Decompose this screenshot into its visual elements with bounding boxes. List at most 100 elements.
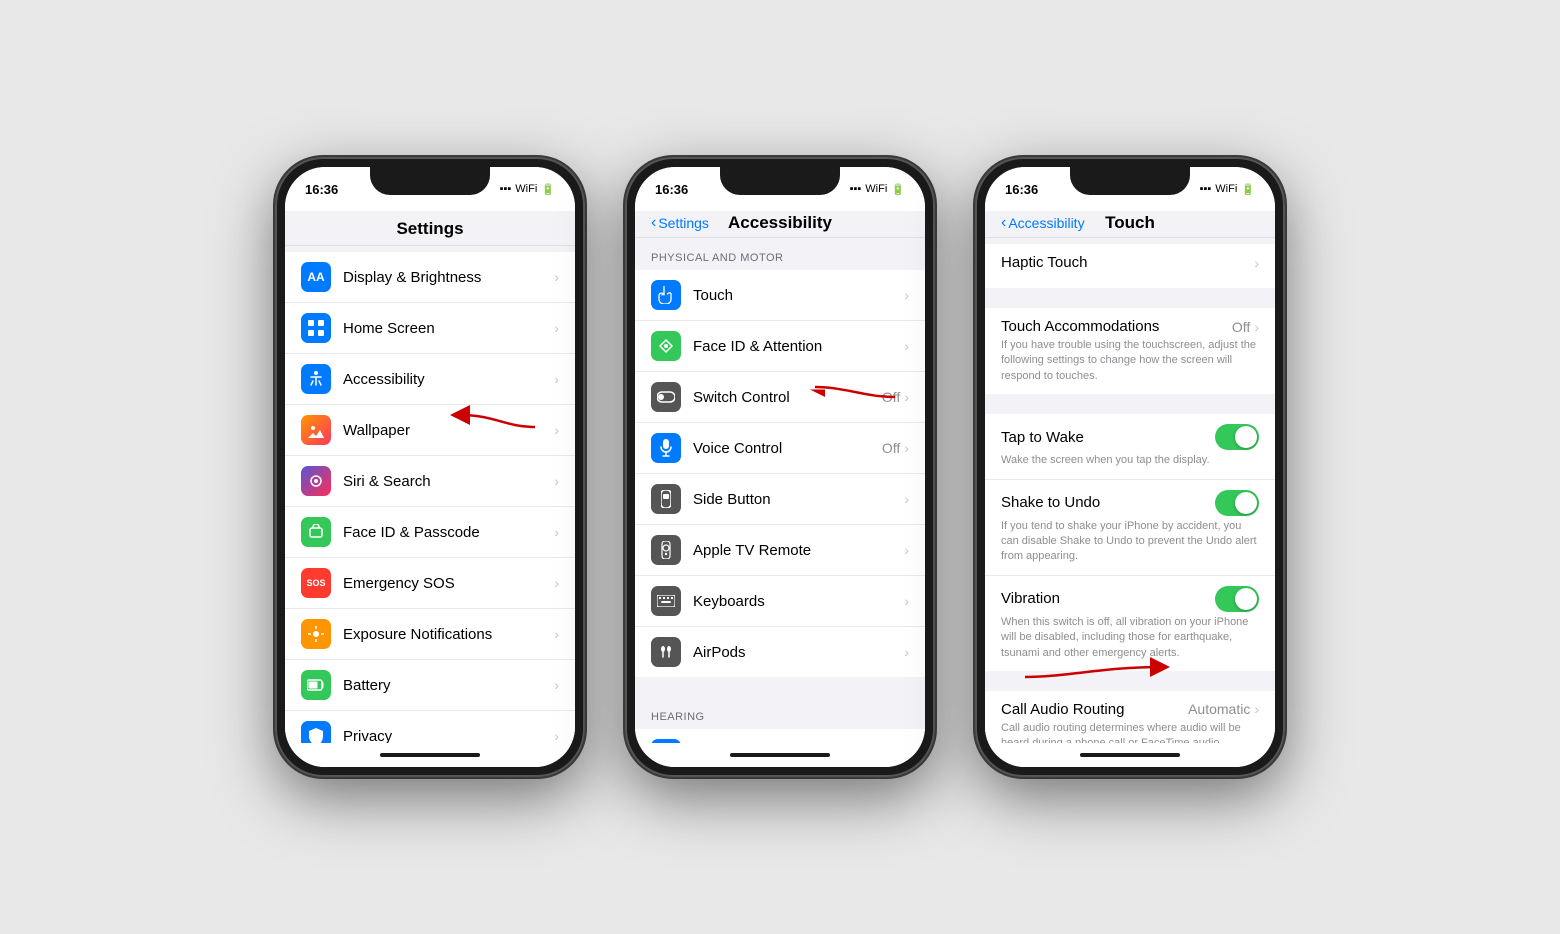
touchaccom-desc: If you have trouble using the touchscree… bbox=[1001, 338, 1259, 384]
siri-label: Siri & Search bbox=[343, 473, 554, 490]
list-item[interactable]: Siri & Search › bbox=[285, 456, 575, 507]
list-item[interactable]: Exposure Notifications › bbox=[285, 609, 575, 660]
callaudio-right: Automatic › bbox=[1188, 701, 1259, 717]
privacy-label: Privacy bbox=[343, 728, 554, 744]
airpods-label: AirPods bbox=[693, 644, 904, 661]
vibration-toggle[interactable] bbox=[1215, 586, 1259, 612]
display-label: Display & Brightness bbox=[343, 269, 554, 286]
touchaccom-item[interactable]: Touch Accommodations Off › If you have t… bbox=[985, 308, 1275, 394]
list-item[interactable]: Face ID & Attention › bbox=[635, 321, 925, 372]
back-label-3: Accessibility bbox=[1008, 215, 1084, 231]
list-item[interactable]: Keyboards › bbox=[635, 576, 925, 627]
callaudio-title: Call Audio Routing bbox=[1001, 701, 1124, 718]
chevron-icon: › bbox=[554, 320, 559, 336]
section-header-hearing: HEARING bbox=[635, 697, 925, 729]
signal-icon: ▪▪▪ bbox=[500, 183, 512, 195]
home-indicator-2 bbox=[730, 753, 830, 757]
notch-3 bbox=[1070, 167, 1190, 195]
list-item[interactable]: Wallpaper › bbox=[285, 405, 575, 456]
list-item[interactable]: Home Screen › bbox=[285, 303, 575, 354]
chevron-icon: › bbox=[904, 440, 909, 456]
time-2: 16:36 bbox=[655, 182, 688, 197]
chevron-icon: › bbox=[904, 338, 909, 354]
faceid-label: Face ID & Passcode bbox=[343, 524, 554, 541]
phone-3-wrapper: 16:36 ▪▪▪ WiFi 🔋 ‹ Accessibility Touch bbox=[975, 157, 1285, 777]
list-item[interactable]: AirPods › bbox=[635, 627, 925, 677]
sidebutton-icon bbox=[651, 484, 681, 514]
phone-3: 16:36 ▪▪▪ WiFi 🔋 ‹ Accessibility Touch bbox=[975, 157, 1285, 777]
accessibility-icon bbox=[301, 364, 331, 394]
section-header-physical: PHYSICAL AND MOTOR bbox=[635, 238, 925, 270]
taptowake-toggle[interactable] bbox=[1215, 424, 1259, 450]
switchcontrol-icon bbox=[651, 382, 681, 412]
list-item[interactable]: Battery › bbox=[285, 660, 575, 711]
shakeundo-title: Shake to Undo bbox=[1001, 494, 1100, 511]
list-item[interactable]: Voice Control Off › bbox=[635, 423, 925, 474]
back-button-2[interactable]: ‹ Settings bbox=[651, 215, 709, 231]
exposure-icon bbox=[301, 619, 331, 649]
page-title-2: Accessibility bbox=[728, 213, 832, 233]
keyboards-icon bbox=[651, 586, 681, 616]
list-item[interactable]: Apple TV Remote › bbox=[635, 525, 925, 576]
callaudio-row: Call Audio Routing Automatic › bbox=[1001, 701, 1259, 718]
shakeundo-row: Shake to Undo bbox=[1001, 490, 1259, 516]
battery-icon: 🔋 bbox=[541, 183, 555, 196]
homescreen-icon bbox=[301, 313, 331, 343]
touch-label: Touch bbox=[693, 287, 904, 304]
signal-icon-3: ▪▪▪ bbox=[1200, 183, 1212, 195]
voicecontrol-value: Off bbox=[882, 440, 900, 456]
callaudio-desc: Call audio routing determines where audi… bbox=[1001, 721, 1259, 743]
list-item[interactable]: Face ID & Passcode › bbox=[285, 507, 575, 558]
sidebutton-label: Side Button bbox=[693, 491, 904, 508]
voicecontrol-label: Voice Control bbox=[693, 440, 882, 457]
status-bar-1: 16:36 ▪▪▪ WiFi 🔋 bbox=[285, 167, 575, 211]
list-item[interactable]: Side Button › bbox=[635, 474, 925, 525]
phone-3-screen: 16:36 ▪▪▪ WiFi 🔋 ‹ Accessibility Touch bbox=[985, 167, 1275, 767]
voicecontrol-icon bbox=[651, 433, 681, 463]
status-bar-3: 16:36 ▪▪▪ WiFi 🔋 bbox=[985, 167, 1275, 211]
settings-list-1[interactable]: AA Display & Brightness › Home Screen › bbox=[285, 246, 575, 743]
nav-bar-1: Settings bbox=[285, 211, 575, 246]
chevron-icon: › bbox=[554, 371, 559, 387]
airpods-icon bbox=[651, 637, 681, 667]
list-item[interactable]: AA Display & Brightness › bbox=[285, 252, 575, 303]
wallpaper-icon bbox=[301, 415, 331, 445]
touchaccom-title: Touch Accommodations bbox=[1001, 318, 1159, 335]
haptictouch-row: Haptic Touch › bbox=[1001, 254, 1259, 271]
physical-group: Touch › Face ID & Attention › bbox=[635, 270, 925, 677]
chevron-icon: › bbox=[554, 524, 559, 540]
phone-2-screen: 16:36 ▪▪▪ WiFi 🔋 ‹ Settings Accessibilit… bbox=[635, 167, 925, 767]
list-item[interactable]: Switch Control Off › bbox=[635, 372, 925, 423]
notch-1 bbox=[370, 167, 490, 195]
status-icons-1: ▪▪▪ WiFi 🔋 bbox=[500, 183, 555, 196]
status-icons-3: ▪▪▪ WiFi 🔋 bbox=[1200, 183, 1255, 196]
touch-settings-list[interactable]: Haptic Touch › Touch Accommodations bbox=[985, 238, 1275, 743]
chevron-icon: › bbox=[554, 728, 559, 743]
back-label-2: Settings bbox=[658, 215, 709, 231]
nav-bar-2: ‹ Settings Accessibility bbox=[635, 211, 925, 238]
list-item[interactable]: Privacy › bbox=[285, 711, 575, 743]
display-icon: AA bbox=[301, 262, 331, 292]
chevron-icon: › bbox=[904, 644, 909, 660]
phone-1-wrapper: 16:36 ▪▪▪ WiFi 🔋 Settings AA bbox=[275, 157, 585, 777]
haptictouch-item[interactable]: Haptic Touch › bbox=[985, 244, 1275, 288]
back-button-3[interactable]: ‹ Accessibility bbox=[1001, 215, 1085, 231]
callaudio-item[interactable]: Call Audio Routing Automatic › Call audi… bbox=[985, 691, 1275, 743]
accessibility-list[interactable]: PHYSICAL AND MOTOR Touch › bbox=[635, 238, 925, 743]
shakeundo-toggle[interactable] bbox=[1215, 490, 1259, 516]
faceid-icon bbox=[301, 517, 331, 547]
toggle-knob bbox=[1235, 492, 1257, 514]
phone-1: 16:36 ▪▪▪ WiFi 🔋 Settings AA bbox=[275, 157, 585, 777]
list-item[interactable]: Hearing Devices › bbox=[635, 729, 925, 743]
list-item[interactable]: Accessibility › bbox=[285, 354, 575, 405]
callaudio-group: Call Audio Routing Automatic › Call audi… bbox=[985, 691, 1275, 743]
chevron-icon: › bbox=[1254, 319, 1259, 335]
callaudio-value: Automatic bbox=[1188, 701, 1250, 717]
list-item[interactable]: SOS Emergency SOS › bbox=[285, 558, 575, 609]
appletv-label: Apple TV Remote bbox=[693, 542, 904, 559]
taptowake-item: Tap to Wake Wake the screen when you tap… bbox=[985, 414, 1275, 479]
status-icons-2: ▪▪▪ WiFi 🔋 bbox=[850, 183, 905, 196]
taptowake-title: Tap to Wake bbox=[1001, 429, 1084, 446]
haptictouch-title: Haptic Touch bbox=[1001, 254, 1087, 271]
list-item[interactable]: Touch › bbox=[635, 270, 925, 321]
